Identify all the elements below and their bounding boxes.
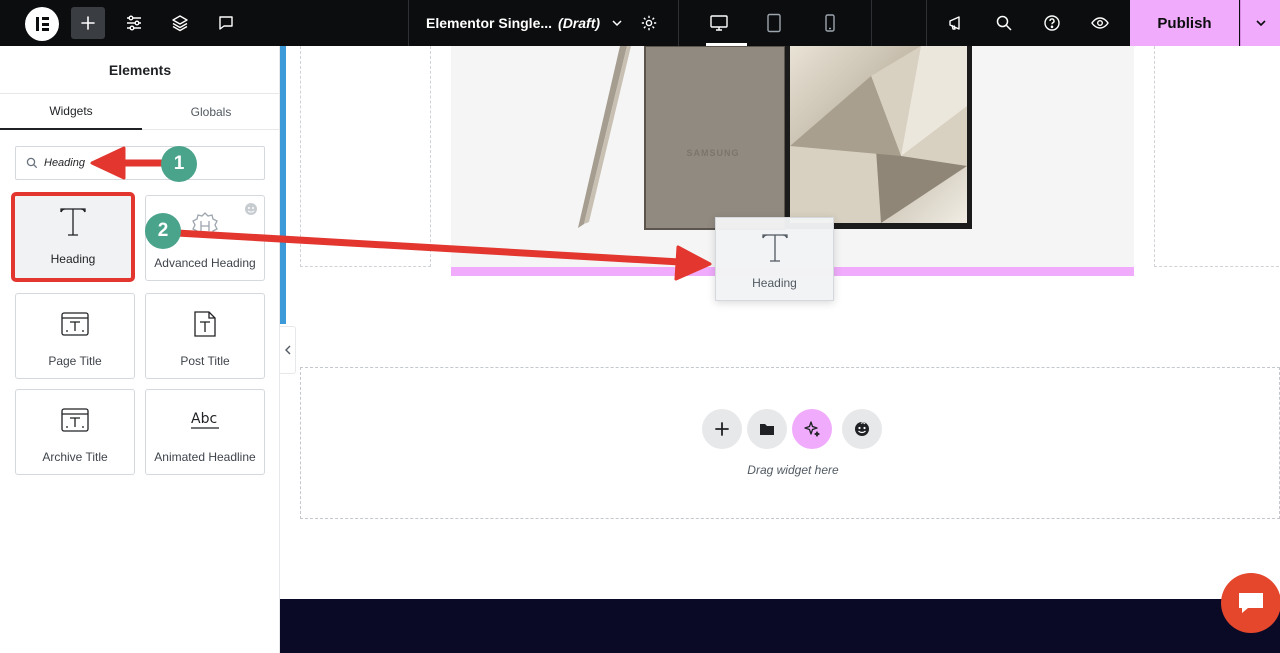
sparkle-icon	[804, 421, 820, 437]
drop-hint-text: Drag widget here	[747, 463, 839, 477]
chevron-down-icon	[1255, 20, 1266, 27]
whats-new-button[interactable]	[939, 7, 973, 39]
help-button[interactable]	[1035, 7, 1069, 39]
document-title[interactable]: Elementor Single... (Draft)	[426, 0, 624, 46]
structure-button[interactable]	[163, 7, 197, 39]
eye-icon	[1091, 17, 1109, 29]
publish-options-button[interactable]	[1240, 0, 1280, 46]
chat-support-button[interactable]	[1221, 573, 1280, 633]
tablet-icon	[767, 13, 781, 33]
document-name: Elementor Single...	[426, 15, 553, 31]
page-settings-button[interactable]	[632, 7, 666, 39]
top-bar: Elementor Single... (Draft) Publish	[0, 0, 1280, 46]
add-element-button[interactable]	[71, 7, 105, 39]
site-settings-button[interactable]	[117, 7, 151, 39]
finder-button[interactable]	[987, 7, 1021, 39]
widget-search	[15, 146, 265, 180]
search-icon	[26, 157, 38, 169]
brand-text: SAMSUNG	[686, 148, 739, 158]
gear-icon	[641, 15, 657, 31]
elements-panel: Elements Widgets Globals Heading Advance…	[0, 46, 280, 653]
notes-button[interactable]	[209, 7, 243, 39]
page-title-icon	[16, 306, 134, 342]
desktop-icon	[710, 15, 728, 31]
megaphone-icon	[949, 16, 960, 30]
empty-drop-zone[interactable]	[300, 367, 1280, 519]
add-template-button[interactable]	[747, 409, 787, 449]
plus-icon	[81, 16, 95, 30]
add-section-button[interactable]	[702, 409, 742, 449]
tab-globals[interactable]: Globals	[142, 94, 280, 130]
heading-icon	[716, 230, 833, 266]
plus-icon	[715, 422, 729, 436]
sliders-icon	[127, 15, 141, 31]
mobile-icon	[825, 14, 835, 32]
divider	[926, 0, 927, 46]
add-kit-button[interactable]	[842, 409, 882, 449]
animated-headline-icon: Abc	[146, 402, 264, 438]
widget-label: Heading	[50, 252, 96, 266]
widget-label: Advanced Heading	[154, 256, 256, 270]
column-placeholder-left	[300, 46, 431, 267]
search-icon	[996, 15, 1012, 31]
ai-generate-button[interactable]	[792, 409, 832, 449]
divider	[408, 0, 409, 46]
elementor-logo-icon[interactable]	[25, 7, 59, 41]
preview-button[interactable]	[1083, 7, 1117, 39]
desktop-view-button[interactable]	[702, 7, 736, 39]
drag-preview-label: Heading	[752, 276, 797, 290]
collapse-panel-button[interactable]	[280, 326, 296, 374]
widget-animated-headline[interactable]: Abc Animated Headline	[145, 389, 265, 475]
widget-label: Animated Headline	[154, 450, 256, 464]
folder-icon	[760, 424, 774, 435]
page-footer	[280, 599, 1280, 653]
mobile-view-button[interactable]	[813, 7, 847, 39]
chat-icon	[1239, 593, 1263, 613]
face-icon	[855, 422, 869, 436]
widget-page-title[interactable]: Page Title	[15, 293, 135, 379]
divider	[871, 0, 872, 46]
divider	[678, 0, 679, 46]
widget-label: Post Title	[180, 354, 230, 368]
search-input[interactable]	[44, 147, 259, 179]
post-title-icon	[146, 306, 264, 342]
tab-widgets[interactable]: Widgets	[0, 94, 142, 130]
chevron-down-icon	[612, 20, 622, 27]
panel-tabs: Widgets Globals	[0, 94, 280, 130]
column-placeholder-right	[1154, 46, 1280, 267]
panel-title: Elements	[0, 46, 280, 94]
widget-label: Archive Title	[42, 450, 108, 464]
publish-button[interactable]: Publish	[1130, 0, 1239, 46]
step-badge-2: 2	[145, 213, 181, 249]
widget-archive-title[interactable]: Archive Title	[15, 389, 135, 475]
heading-icon	[15, 204, 131, 240]
chevron-left-icon	[284, 345, 290, 355]
step-badge-1: 1	[161, 146, 197, 182]
widget-heading[interactable]: Heading	[11, 192, 135, 282]
draft-status: (Draft)	[558, 15, 601, 31]
comment-icon	[219, 16, 233, 30]
layers-icon	[172, 15, 188, 32]
dragging-widget-preview: Heading	[715, 217, 834, 301]
help-circle-icon	[1044, 15, 1060, 31]
panel-resize-edge[interactable]	[280, 46, 286, 324]
widget-post-title[interactable]: Post Title	[145, 293, 265, 379]
widget-label: Page Title	[48, 354, 102, 368]
tablet-view-button[interactable]	[757, 7, 791, 39]
archive-title-icon	[16, 402, 134, 438]
svg-text:Abc: Abc	[191, 411, 217, 427]
